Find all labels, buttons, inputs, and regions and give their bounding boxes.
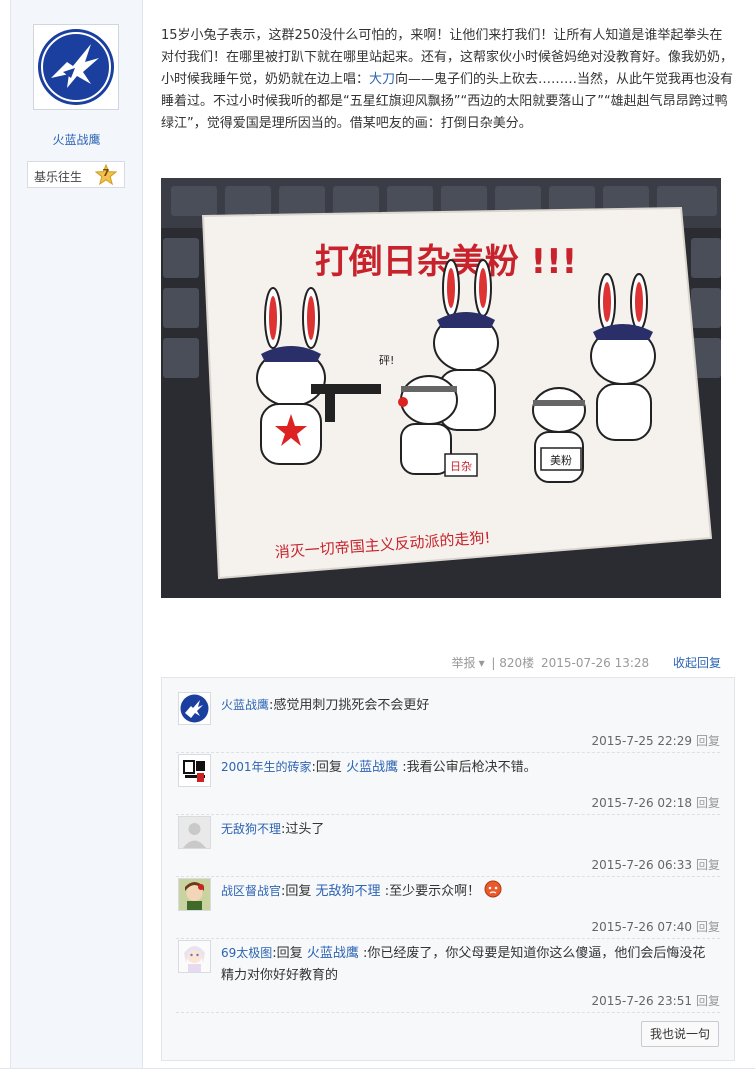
reply-body: 战区督战官:回复 无敌狗不理 :至少要示众啊！: [221, 880, 711, 906]
collapse-replies-link[interactable]: 收起回复: [673, 656, 721, 670]
reply-body: 无敌狗不理:过头了: [221, 818, 711, 841]
level-number: 7: [102, 168, 110, 179]
reply-item: 69太极图:回复 火蓝战鹰 :你已经废了，你父母要是知道你这么傻逼，他们会后悔没…: [176, 940, 720, 1013]
reply-username[interactable]: 无敌狗不理: [221, 822, 281, 836]
eagle-avatar-icon: [38, 29, 114, 105]
reply-time: 2015-7-26 02:18: [591, 796, 692, 810]
reply-prefix: :回复: [281, 884, 312, 899]
reply-time: 2015-7-26 06:33: [591, 858, 692, 872]
drawing-bubble: 砰!: [379, 354, 394, 367]
post-meta: 举报 ▾ | 820楼 2015-07-26 13:28 收起回复: [449, 654, 721, 671]
reply-prefix: :回复: [272, 946, 303, 961]
reply-link[interactable]: 回复: [696, 858, 720, 872]
reply-avatar[interactable]: [178, 754, 211, 787]
reply-body: 2001年生的砖家:回复 火蓝战鹰 :我看公审后枪决不错。: [221, 756, 711, 779]
reply-username[interactable]: 69太极图: [221, 946, 272, 960]
reply-footer: 2015-7-26 23:51 回复: [591, 992, 720, 1009]
reply-avatar[interactable]: [178, 940, 211, 973]
reply-item: 火蓝战鹰:感觉用刺刀挑死会不会更好 2015-7-25 22:29 回复: [176, 692, 720, 753]
reply-link[interactable]: 回复: [696, 920, 720, 934]
reply-time: 2015-7-26 07:40: [591, 920, 692, 934]
reply-item: 无敌狗不理:过头了 2015-7-26 06:33 回复: [176, 816, 720, 877]
reply-avatar[interactable]: [178, 816, 211, 849]
sign-left-text: 日杂: [450, 460, 472, 473]
reply-footer: 2015-7-26 02:18 回复: [591, 794, 720, 811]
reply-link[interactable]: 回复: [696, 734, 720, 748]
reply-list: 火蓝战鹰:感觉用刺刀挑死会不会更好 2015-7-25 22:29 回复 2001…: [161, 677, 735, 1061]
level-title: 基乐往生: [34, 170, 83, 184]
author-avatar[interactable]: [33, 24, 119, 110]
reply-item: 2001年生的砖家:回复 火蓝战鹰 :我看公审后枪决不错。 2015-7-26 …: [176, 754, 720, 815]
post-content: 15岁小兔子表示，这群250没什么可怕的，来啊！让他们来打我们！让所有人知道是谁…: [161, 25, 735, 135]
reply-username[interactable]: 火蓝战鹰: [221, 698, 269, 712]
reply-target-user[interactable]: 火蓝战鹰: [346, 760, 398, 775]
post-time: 2015-07-26 13:28: [541, 656, 650, 670]
report-dropdown-icon[interactable]: ▾: [479, 656, 485, 670]
floor-number: | 820楼: [491, 656, 535, 670]
reply-link[interactable]: 回复: [696, 994, 720, 1008]
reply-content: :过头了: [281, 822, 325, 837]
reply-item: 战区督战官:回复 无敌狗不理 :至少要示众啊！ 2015-7-26 07:40 回…: [176, 878, 720, 939]
reply-avatar[interactable]: [178, 878, 211, 911]
say-something-button[interactable]: 我也说一句: [641, 1021, 719, 1047]
level-star-icon: 7: [94, 163, 118, 186]
reply-prefix: :回复: [311, 760, 342, 775]
reply-body: 69太极图:回复 火蓝战鹰 :你已经废了，你父母要是知道你这么傻逼，他们会后悔没…: [221, 942, 711, 987]
post-image[interactable]: 打倒日杂美粉 !!! 砰! 日杂 美粉 消灭一切帝国主义反动派的走狗!: [161, 178, 721, 598]
angry-emoji-icon: [484, 880, 502, 906]
bottom-divider: [0, 1068, 755, 1069]
reply-content: :我看公审后枪决不错。: [402, 760, 537, 775]
reply-body: 火蓝战鹰:感觉用刺刀挑死会不会更好: [221, 694, 711, 717]
reply-username[interactable]: 战区督战官: [221, 884, 281, 898]
reply-content: :感觉用刺刀挑死会不会更好: [269, 698, 430, 713]
reply-footer: 2015-7-25 22:29 回复: [591, 732, 720, 749]
author-name[interactable]: 火蓝战鹰: [11, 131, 142, 148]
reply-time: 2015-7-25 22:29: [591, 734, 692, 748]
reply-username[interactable]: 2001年生的砖家: [221, 760, 312, 774]
reply-link[interactable]: 回复: [696, 796, 720, 810]
post-link[interactable]: 大刀: [369, 72, 395, 87]
author-sidebar: 火蓝战鹰 基乐往生 7: [10, 0, 143, 1068]
post-page: 火蓝战鹰 基乐往生 7 15岁小兔子表示，这群250没什么可怕的，来啊！让他们来…: [0, 0, 755, 1075]
sign-right-text: 美粉: [550, 454, 572, 467]
level-badge-box[interactable]: 基乐往生 7: [27, 161, 125, 188]
report-link[interactable]: 举报: [452, 656, 476, 670]
reply-time: 2015-7-26 23:51: [591, 994, 692, 1008]
reply-content: :至少要示众啊！: [384, 884, 481, 899]
reply-target-user[interactable]: 火蓝战鹰: [307, 946, 359, 961]
reply-avatar[interactable]: [178, 692, 211, 725]
reply-target-user[interactable]: 无敌狗不理: [316, 884, 381, 899]
reply-footer: 2015-7-26 06:33 回复: [591, 856, 720, 873]
reply-footer: 2015-7-26 07:40 回复: [591, 918, 720, 935]
